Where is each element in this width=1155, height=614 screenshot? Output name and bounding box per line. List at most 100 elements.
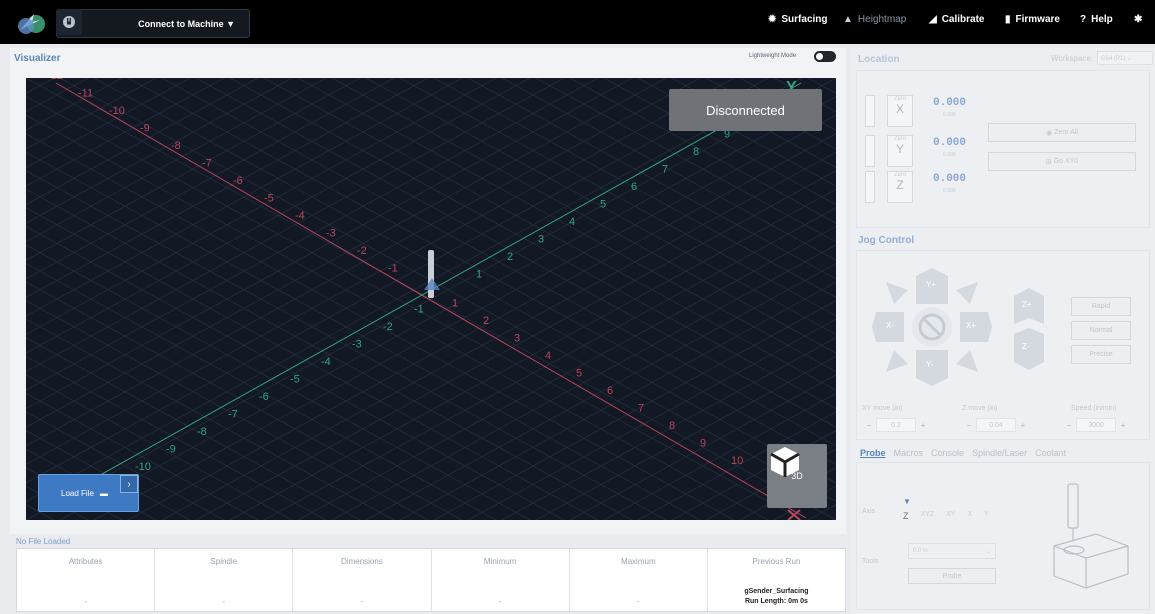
axis-option-xyz[interactable]: XYZ (921, 511, 935, 521)
red-axis-tick: 5 (576, 368, 582, 380)
tool-select[interactable]: 0.0 in ⌄ (908, 543, 996, 559)
visualizer-grid: -12-11-10-9-8-7-6-5-4-3-2-112345678910-1… (26, 78, 836, 520)
xy-move-stepper[interactable]: −0.2 + (862, 417, 930, 433)
plus-icon[interactable]: + (916, 421, 930, 430)
go-z-button[interactable] (865, 171, 875, 203)
z-move-label: Z move (in) (962, 405, 998, 412)
z-machine-coordinate: 0.000 (943, 188, 956, 194)
maximum-column: Maximum - (570, 549, 708, 611)
help-icon: ? (1080, 14, 1087, 25)
green-axis-tick: 8 (693, 146, 699, 158)
red-axis-tick: -7 (202, 158, 212, 170)
z-minus-label: Z- (1022, 342, 1030, 351)
spindle-column: Spindle - (155, 549, 294, 611)
axis-option-xy[interactable]: XY (946, 511, 955, 521)
red-axis-tick: 1 (452, 298, 458, 310)
go-y-button[interactable] (865, 135, 875, 167)
z-plus-label: Z+ (1022, 300, 1032, 309)
axis-option-x[interactable]: X (967, 511, 972, 521)
rapid-speed-button[interactable]: Rapid (1071, 297, 1131, 316)
red-axis-tick: -3 (326, 228, 336, 240)
y-plus-label: Y+ (926, 280, 937, 289)
green-axis-tick: 4 (569, 216, 575, 228)
green-axis-tick: 6 (631, 181, 637, 193)
green-axis-tick: -8 (197, 426, 207, 438)
tab-probe[interactable]: Probe (860, 448, 886, 458)
plus-icon[interactable]: + (1116, 421, 1130, 430)
tab-macros[interactable]: Macros (894, 448, 924, 458)
plus-icon[interactable]: + (1016, 421, 1030, 430)
red-axis-tick: -10 (109, 105, 125, 117)
red-axis-tick: 9 (700, 438, 706, 450)
red-axis-tick: -6 (233, 175, 243, 187)
previous-run-length: Run Length: 0m 0s (744, 598, 808, 605)
green-axis-tick: -7 (228, 409, 238, 421)
red-axis-tick: 2 (483, 315, 489, 327)
green-axis-tick: 3 (538, 234, 544, 246)
probe-tools-label: Tools (862, 558, 879, 565)
red-axis-tick: -4 (295, 210, 305, 222)
zero-x-button[interactable]: Zero X (887, 95, 913, 127)
green-axis-tick: 7 (662, 164, 668, 176)
go-xy0-button[interactable]: ⊞ Go XY0 (988, 152, 1136, 171)
red-axis-tick: 6 (607, 385, 613, 397)
red-axis-tick: -9 (140, 123, 150, 135)
red-axis-tick: 3 (514, 333, 520, 345)
gsender-logo (18, 14, 45, 34)
tool-marker-icon (428, 250, 434, 298)
disconnected-status: Disconnected (669, 89, 822, 131)
x-coordinate: 0.000 (933, 97, 967, 109)
green-axis-tick: -5 (290, 374, 300, 386)
zero-all-button[interactable]: ◉ Zero All (988, 123, 1136, 142)
calibrate-icon: ◢ (929, 14, 937, 25)
cube-icon (770, 447, 800, 477)
minimum-column: Minimum - (432, 549, 570, 611)
tool-tabs: Probe Macros Console Spindle/Laser Coola… (860, 448, 1066, 458)
green-axis-tick: -4 (321, 356, 331, 368)
minus-icon[interactable]: − (962, 421, 976, 430)
nav-help[interactable]: ? Help (1080, 14, 1113, 25)
tab-console[interactable]: Console (931, 448, 964, 458)
visualizer-canvas[interactable]: -12-11-10-9-8-7-6-5-4-3-2-112345678910-1… (26, 78, 836, 520)
y-coordinate: 0.000 (933, 137, 967, 149)
nav-heightmap[interactable]: ▲ Heightmap (843, 14, 906, 25)
jog-diagonal-sw (886, 350, 908, 372)
x-minus-label: X- (886, 321, 894, 330)
axis-option-y[interactable]: Y (984, 511, 989, 521)
nav-calibrate[interactable]: ◢ Calibrate (929, 14, 985, 25)
tab-coolant[interactable]: Coolant (1035, 448, 1066, 458)
settings-gear-icon[interactable]: ✱ (1134, 14, 1142, 25)
plug-icon (56, 9, 82, 35)
workspace-select[interactable]: G54 (P1) ⌄ (1097, 51, 1153, 65)
chevron-right-icon[interactable]: › (120, 475, 138, 493)
zero-y-button[interactable]: Zero Y (887, 135, 913, 167)
view-cube-3d[interactable]: 3D (767, 444, 827, 508)
z-move-stepper[interactable]: −0.04 + (962, 417, 1030, 433)
speed-stepper[interactable]: −3000 + (1062, 417, 1130, 433)
speed-label: Speed (in/min) (1071, 405, 1117, 412)
minus-icon[interactable]: − (1062, 421, 1076, 430)
normal-speed-button[interactable]: Normal (1071, 321, 1131, 340)
lightweight-mode-toggle[interactable] (814, 51, 836, 62)
z-coordinate: 0.000 (933, 173, 967, 185)
load-file-button[interactable]: Load File ▬ › (38, 474, 139, 512)
red-axis-tick: -1 (388, 263, 398, 275)
jog-diagonal-nw (886, 282, 908, 304)
red-axis-tick: 10 (731, 455, 743, 467)
red-axis-tick: 7 (638, 403, 644, 415)
minus-icon[interactable]: − (862, 421, 876, 430)
nav-surfacing[interactable]: ✹ Surfacing (768, 14, 828, 25)
connect-to-machine-button[interactable]: Connect to Machine ▼ (56, 9, 250, 38)
precise-speed-button[interactable]: Precise (1071, 345, 1131, 364)
zero-z-button[interactable]: Zero Z (887, 171, 913, 203)
x-machine-coordinate: 0.000 (943, 112, 956, 118)
nav-firmware[interactable]: ▮ Firmware (1005, 14, 1060, 25)
probe-button[interactable]: Probe (908, 568, 996, 584)
tab-spindle-laser[interactable]: Spindle/Laser (972, 448, 1027, 458)
zero-icon: ◉ (1046, 129, 1055, 137)
previous-run-column: Previous Run gSender_Surfacing Run Length… (708, 549, 845, 611)
axis-option-z[interactable]: Z (903, 511, 909, 521)
crosshair-icon: ⊞ (1045, 158, 1054, 166)
go-x-button[interactable] (865, 95, 875, 127)
xy-move-label: XY move (in) (862, 405, 903, 412)
